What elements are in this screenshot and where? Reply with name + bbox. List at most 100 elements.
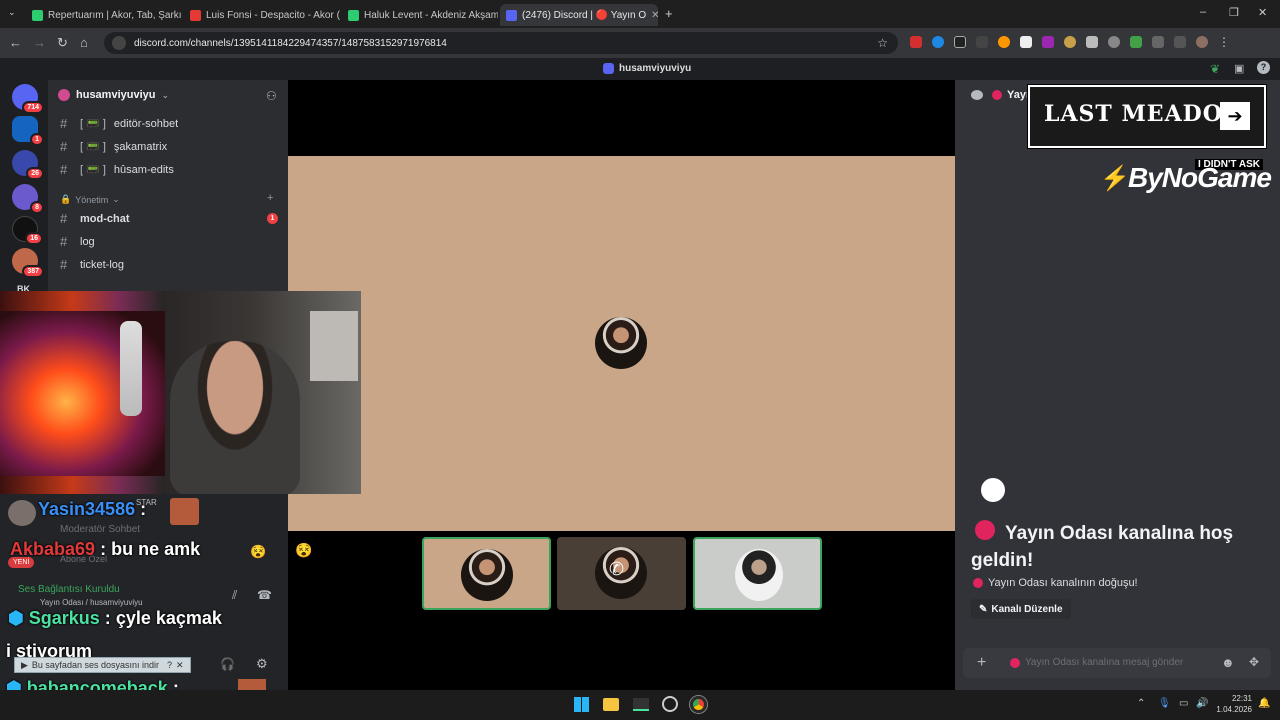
prompt-label: Bu sayfadan ses dosyasını indir [31, 660, 159, 670]
notification-bell-icon[interactable]: 🔔 [1258, 698, 1270, 709]
new-tab-button[interactable]: + [665, 6, 673, 21]
profile-avatar[interactable] [1196, 36, 1208, 48]
file-explorer-icon[interactable] [603, 698, 619, 711]
bookmark-star-icon[interactable]: ☆ [877, 36, 888, 50]
channel-mod-chat[interactable]: # mod-chat 1 [60, 211, 278, 226]
message-input[interactable]: Yayın Odası kanalına mesaj gönder [1025, 657, 1183, 668]
apps-icon[interactable]: ✥ [1249, 655, 1259, 669]
reading-list-icon[interactable] [1174, 36, 1186, 48]
mention-badge: 16 [25, 232, 43, 245]
microphone-icon[interactable]: 🎙 [1158, 698, 1171, 709]
inbox-icon[interactable]: ▣ [1234, 62, 1244, 75]
download-audio-prompt[interactable]: ▶ Bu sayfadan ses dosyasını indir ? ✕ [14, 657, 191, 673]
participant-tile[interactable]: ✆ [557, 537, 686, 610]
window-close-button[interactable]: ✕ [1258, 6, 1267, 19]
reload-icon[interactable]: ↻ [57, 35, 68, 51]
focused-participant-tile[interactable] [288, 156, 955, 531]
app-icon[interactable] [662, 696, 678, 712]
help-icon[interactable]: ? [167, 660, 172, 670]
edit-channel-button[interactable]: ✎ Kanalı Düzenle [971, 599, 1071, 619]
streamer-figure [170, 341, 300, 496]
server-icon[interactable]: 387 [12, 248, 44, 278]
forward-icon[interactable]: → [33, 35, 46, 50]
channel-ticket-log[interactable]: # ticket-log [60, 257, 124, 272]
maximize-button[interactable]: ❐ [1229, 6, 1239, 19]
direct-messages-icon[interactable]: 714 [12, 84, 44, 114]
extension-icons: ⋮ [910, 36, 1230, 48]
server-icon[interactable]: 16 [12, 216, 43, 245]
adblock-extension-icon[interactable] [910, 36, 922, 48]
close-icon[interactable]: ✕ [176, 660, 184, 671]
tab-search-icon[interactable]: ⌄ [8, 7, 16, 18]
extension-icon[interactable] [1042, 36, 1054, 48]
extension-icon[interactable] [1130, 36, 1142, 48]
button-label: Kanalı Düzenle [991, 603, 1063, 615]
close-icon[interactable]: ✕ [651, 10, 658, 21]
help-icon[interactable]: ? [1257, 61, 1270, 74]
disconnect-icon[interactable]: ☎ [257, 588, 272, 602]
browser-tab-3[interactable]: Haluk Levent - Akdeniz Akşamla ✕ [342, 4, 498, 26]
category-yonetim[interactable]: 🔒 Yönetim ⌄ [60, 194, 120, 205]
extension-icon[interactable] [998, 36, 1010, 48]
channel-prefix: [ 📟 ] [80, 141, 106, 153]
extension-icon[interactable] [1064, 36, 1076, 48]
browser-tab-1[interactable]: Repertuarım | Akor, Tab, Şarkı S ✕ [26, 4, 182, 26]
mention-badge: 387 [22, 265, 44, 278]
url-text: discord.com/channels/1395141184229474357… [134, 37, 447, 49]
windows-start-icon[interactable] [574, 697, 589, 712]
minimize-button[interactable]: – [1200, 6, 1206, 18]
tab-favicon-icon [32, 9, 43, 21]
participant-tile[interactable] [693, 537, 822, 610]
channel-editor-sohbet[interactable]: # [ 📟 ] editör-sohbet [60, 116, 178, 131]
chat-bubble-icon [971, 90, 983, 100]
tray-overflow-icon[interactable]: ⌃ [1137, 698, 1145, 709]
browser-menu-icon[interactable]: ⋮ [1218, 36, 1230, 48]
browser-tab-4[interactable]: (2476) Discord | 🔴 Yayın O ✕ [500, 4, 658, 26]
emoji-picker-icon[interactable]: ☻ [1221, 655, 1235, 670]
extension-icon[interactable] [1086, 36, 1098, 48]
extension-icon[interactable] [932, 36, 944, 48]
channel-sidebar: husamviyuviyu ⌄ ⚇ # [ 📟 ] editör-sohbet … [48, 80, 288, 295]
extension-icon[interactable] [1020, 36, 1032, 48]
extension-icon[interactable] [954, 36, 966, 48]
brand-logo: ByNoGame [1128, 162, 1272, 193]
tab-title: Repertuarım | Akor, Tab, Şarkı S [48, 9, 182, 21]
noise-suppression-icon[interactable]: ⫽ [232, 588, 237, 603]
server-icon[interactable]: 1 [12, 116, 44, 146]
extension-icon[interactable] [976, 36, 988, 48]
add-member-icon[interactable]: ⚇ [266, 89, 277, 103]
server-icon[interactable]: 8 [12, 184, 44, 214]
channel-sakamatrix[interactable]: # [ 📟 ] şakamatrix [60, 139, 167, 154]
volume-icon[interactable]: 🔊 [1196, 698, 1208, 709]
clock-date[interactable]: 1.04.2026 [1212, 705, 1252, 714]
channel-husam-edits[interactable]: # [ 📟 ] hûsam-edits [60, 162, 174, 177]
browser-tab-2[interactable]: Luis Fonsi - Despacito - Akor ( ✕ [184, 4, 340, 26]
back-icon[interactable]: ← [9, 35, 22, 50]
tab-favicon-icon [190, 9, 201, 21]
server-header[interactable]: husamviyuviyu ⌄ [58, 89, 169, 101]
site-info-icon[interactable] [112, 36, 126, 50]
create-channel-icon[interactable]: + [267, 192, 273, 204]
server-icon[interactable]: 26 [12, 150, 44, 180]
attach-plus-icon[interactable]: + [977, 654, 986, 672]
extension-icon[interactable] [1108, 36, 1120, 48]
network-icon[interactable]: ▭ [1179, 698, 1188, 709]
channel-log[interactable]: # log [60, 234, 95, 249]
channel-name: log [80, 235, 95, 248]
chat-bubble-icon [981, 478, 1005, 502]
url-bar[interactable]: discord.com/channels/1395141184229474357… [104, 32, 898, 54]
chat-line: Yasin34586 : [38, 499, 146, 520]
channel-name: şakamatrix [113, 140, 168, 153]
participant-tile[interactable] [422, 537, 551, 610]
headphones-icon[interactable]: 🎧 [220, 657, 235, 671]
terminal-icon[interactable] [633, 698, 649, 711]
home-icon[interactable]: ⌂ [80, 35, 88, 50]
clock-time[interactable]: 22:31 [1212, 694, 1252, 703]
chat-message: çyle kaçmak [115, 608, 222, 628]
extensions-puzzle-icon[interactable] [1152, 36, 1164, 48]
chrome-icon[interactable] [690, 696, 707, 713]
ad-banner[interactable]: LAST MEADOW ➔ [1028, 85, 1266, 148]
settings-gear-icon[interactable]: ⚙ [256, 656, 268, 672]
leaf-icon[interactable]: ❦ [1210, 62, 1220, 76]
voice-stage: ✆ 😵 [288, 80, 955, 690]
